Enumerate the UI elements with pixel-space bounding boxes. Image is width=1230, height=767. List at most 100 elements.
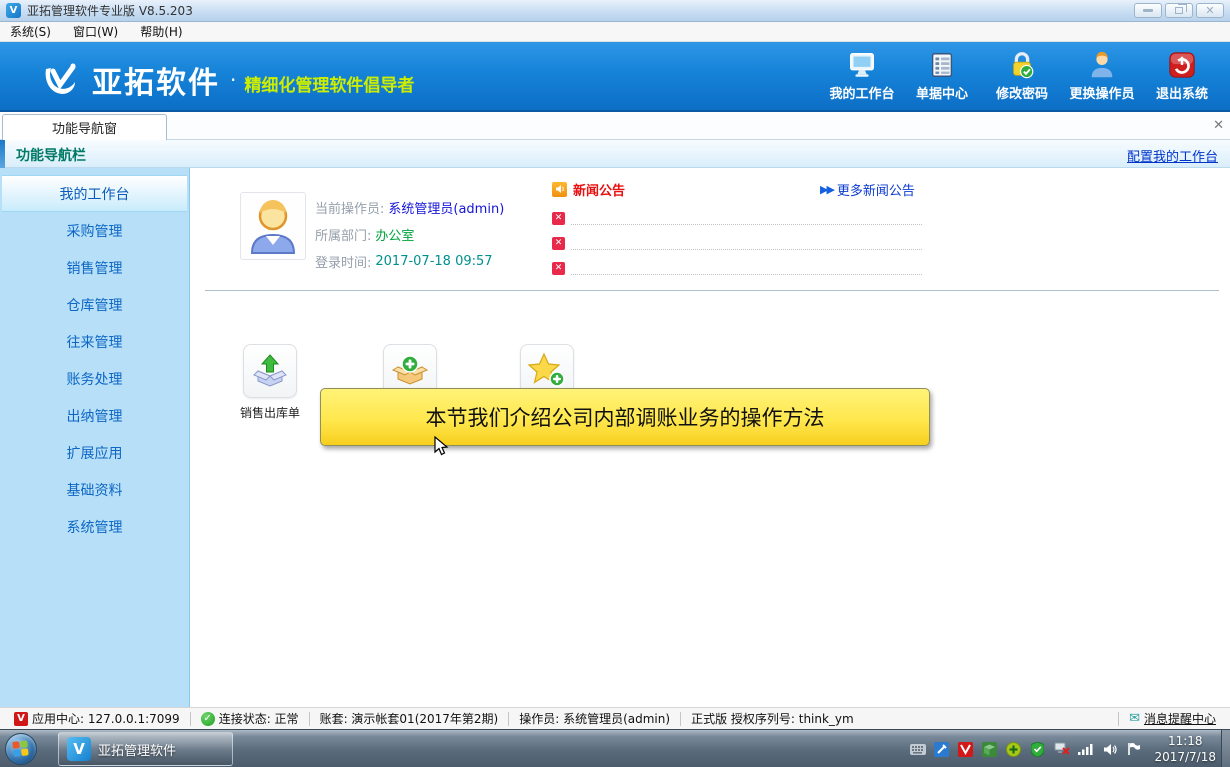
user-info: 当前操作员: 系统管理员(admin) 所属部门: 办公室 登录时间: 2017… <box>315 194 504 275</box>
sidebar-item-my-workbench[interactable]: 我的工作台 <box>2 175 187 212</box>
speaker-icon[interactable] <box>1101 741 1118 758</box>
sidebar-item-system[interactable]: 系统管理 <box>0 508 189 545</box>
clock-time: 11:18 <box>1154 733 1216 749</box>
document-center-label: 单据中心 <box>916 83 968 102</box>
antivirus-plus-icon[interactable] <box>1005 741 1022 758</box>
shield-icon[interactable] <box>1029 741 1046 758</box>
menu-system[interactable]: 系统(S) <box>10 23 51 40</box>
sidebar-item-sales[interactable]: 销售管理 <box>0 249 189 286</box>
yatuo-logo-icon <box>40 61 80 99</box>
news-panel: 新闻公告 ▶▶ 更多新闻公告 ✕ ✕ ✕ <box>552 178 922 275</box>
change-password-button[interactable]: 修改密码 <box>982 48 1062 108</box>
application-window: V 亚拓管理软件专业版 V8.5.203 ✕ 系统(S) 窗口(W) 帮助(H)… <box>0 0 1230 767</box>
window-title: 亚拓管理软件专业版 V8.5.203 <box>27 2 193 19</box>
taskbar-app-button[interactable]: V 亚拓管理软件 <box>58 732 233 766</box>
login-time-value: 2017-07-18 09:57 <box>375 254 492 269</box>
app-logo-icon: V <box>6 3 21 18</box>
my-workbench-label: 我的工作台 <box>829 83 894 102</box>
more-news-label: 更多新闻公告 <box>837 180 915 199</box>
star-add-icon <box>526 351 568 391</box>
operator-label: 当前操作员: <box>315 198 384 217</box>
connection-ok-icon: ✓ <box>201 712 215 726</box>
news-dotted-line <box>571 257 922 275</box>
title-bar: V 亚拓管理软件专业版 V8.5.203 ✕ <box>0 0 1230 22</box>
status-bar: V 应用中心: 127.0.0.1:7099 ✓ 连接状态: 正常 账套: 演示… <box>0 707 1230 729</box>
brand-separator: · <box>230 68 236 92</box>
network-error-icon[interactable] <box>1053 741 1070 758</box>
menu-window[interactable]: 窗口(W) <box>73 23 118 40</box>
tutorial-banner-text: 本节我们介绍公司内部调账业务的操作方法 <box>426 402 825 432</box>
more-news-link[interactable]: ▶▶ 更多新闻公告 <box>820 180 915 199</box>
minimize-button[interactable] <box>1134 3 1162 18</box>
nav-accent-bar <box>0 140 5 168</box>
change-password-label: 修改密码 <box>996 83 1048 102</box>
license-text: 正式版 授权序列号: think_ym <box>691 710 854 727</box>
news-dotted-line <box>571 232 922 250</box>
app-center-text: 应用中心: 127.0.0.1:7099 <box>32 710 180 727</box>
status-operator-text: 操作员: 系统管理员(admin) <box>519 710 670 727</box>
news-bullet-icon: ✕ <box>552 212 565 225</box>
avatar-person-icon <box>246 197 300 255</box>
brand-block: 亚拓软件 · 精细化管理软件倡导者 <box>40 58 414 102</box>
sidebar: 我的工作台 采购管理 销售管理 仓库管理 往来管理 账务处理 出纳管理 扩展应用… <box>0 168 190 707</box>
news-item[interactable]: ✕ <box>552 250 922 275</box>
sidebar-item-purchase[interactable]: 采购管理 <box>0 212 189 249</box>
sidebar-item-base-data[interactable]: 基础资料 <box>0 471 189 508</box>
start-button[interactable] <box>5 733 37 765</box>
my-workbench-button[interactable]: 我的工作台 <box>822 48 902 108</box>
shortcut-label: 销售出库单 <box>225 404 315 421</box>
tab-close-icon[interactable]: ✕ <box>1213 118 1224 133</box>
yatuo-tray-icon[interactable] <box>957 741 974 758</box>
lock-check-icon <box>1007 50 1037 80</box>
exit-system-button[interactable]: 退出系统 <box>1142 48 1222 108</box>
exit-system-label: 退出系统 <box>1156 83 1208 102</box>
show-desktop-button[interactable] <box>1221 730 1230 767</box>
sidebar-item-accounting[interactable]: 账务处理 <box>0 360 189 397</box>
configure-workbench-link[interactable]: 配置我的工作台 <box>1127 146 1218 165</box>
status-operator: 操作员: 系统管理员(admin) <box>509 710 680 727</box>
tab-strip: 功能导航窗 ✕ <box>0 114 1230 140</box>
news-item[interactable]: ✕ <box>552 200 922 225</box>
navigation-title-bar: 功能导航栏 配置我的工作台 <box>0 140 1230 168</box>
status-license: 正式版 授权序列号: think_ym <box>681 710 864 727</box>
power-icon <box>1167 50 1197 80</box>
news-title: 新闻公告 <box>573 180 625 199</box>
monitor-icon <box>847 50 877 80</box>
brand-slogan: 精细化管理软件倡导者 <box>244 65 414 96</box>
menu-bar: 系统(S) 窗口(W) 帮助(H) <box>0 22 1230 42</box>
tab-function-navigation[interactable]: 功能导航窗 <box>2 114 167 140</box>
sidebar-item-contacts[interactable]: 往来管理 <box>0 323 189 360</box>
account-set-text: 账套: 演示帐套01(2017年第2期) <box>320 710 499 727</box>
news-bullet-icon: ✕ <box>552 262 565 275</box>
switch-operator-button[interactable]: 更换操作员 <box>1062 48 1142 108</box>
green-box-icon[interactable] <box>981 741 998 758</box>
document-center-button[interactable]: 单据中心 <box>902 48 982 108</box>
status-account-set: 账套: 演示帐套01(2017年第2期) <box>310 710 509 727</box>
keyboard-icon[interactable] <box>909 741 926 758</box>
document-list-icon <box>927 50 957 80</box>
system-tray <box>909 730 1142 767</box>
sidebar-item-extensions[interactable]: 扩展应用 <box>0 434 189 471</box>
close-button[interactable]: ✕ <box>1196 3 1224 18</box>
message-center-link[interactable]: ✉ 消息提醒中心 <box>1119 710 1226 727</box>
sidebar-item-cashier[interactable]: 出纳管理 <box>0 397 189 434</box>
status-connection: ✓ 连接状态: 正常 <box>191 710 309 727</box>
user-icon <box>1087 50 1117 80</box>
switch-operator-label: 更换操作员 <box>1069 83 1134 102</box>
mouse-cursor <box>434 436 450 458</box>
content-divider <box>205 290 1219 291</box>
restore-button[interactable] <box>1165 3 1193 18</box>
input-tool-icon[interactable] <box>933 741 950 758</box>
signal-bars-icon[interactable] <box>1077 741 1094 758</box>
workspace: 当前操作员: 系统管理员(admin) 所属部门: 办公室 登录时间: 2017… <box>191 168 1230 707</box>
taskbar-clock[interactable]: 11:18 2017/7/18 <box>1154 733 1216 765</box>
shortcut-sale-outbound[interactable] <box>243 344 297 398</box>
flag-icon[interactable] <box>1125 741 1142 758</box>
sale-outbound-box-icon <box>250 351 290 391</box>
news-bullet-icon: ✕ <box>552 237 565 250</box>
nav-title: 功能导航栏 <box>16 145 86 165</box>
sidebar-item-warehouse[interactable]: 仓库管理 <box>0 286 189 323</box>
menu-help[interactable]: 帮助(H) <box>140 23 182 40</box>
taskbar-app-label: 亚拓管理软件 <box>98 740 176 759</box>
news-item[interactable]: ✕ <box>552 225 922 250</box>
